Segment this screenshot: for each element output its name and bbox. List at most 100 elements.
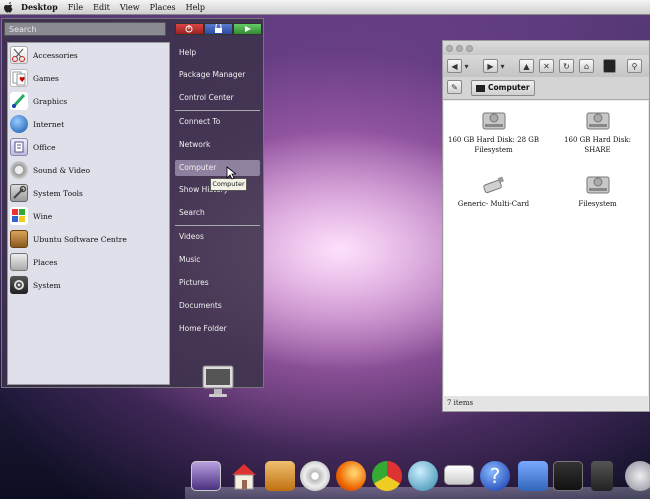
file-item[interactable]: Filesystem <box>550 171 645 209</box>
category-places[interactable]: Places <box>10 252 57 272</box>
tools-icon <box>10 184 28 202</box>
file-label: Filesystem <box>578 200 617 208</box>
file-view: 160 GB Hard Disk: 28 GB Filesystem 160 G… <box>444 101 648 397</box>
finder-icon[interactable] <box>518 461 548 491</box>
computer-monitor-icon[interactable] <box>202 365 234 401</box>
up-arrow-icon[interactable]: ▲ <box>519 59 534 73</box>
forward-arrow-icon[interactable]: ▶ <box>483 59 498 73</box>
start-menu: Search Accessories ♥ Games Graphics Inte… <box>1 18 264 397</box>
edit-location-icon[interactable]: ✎ <box>447 80 462 94</box>
category-office[interactable]: Office <box>10 137 56 157</box>
category-label: Places <box>33 257 58 267</box>
globe-icon <box>10 115 28 133</box>
home-icon[interactable] <box>229 461 259 491</box>
home-icon[interactable]: ⌂ <box>579 59 594 73</box>
category-label: Games <box>33 73 59 83</box>
usb-drive-icon <box>481 171 507 197</box>
category-ubuntu-software-centre[interactable]: Ubuntu Software Centre <box>10 229 127 249</box>
scissors-icon <box>10 46 28 64</box>
back-dropdown-icon[interactable]: ▾ <box>463 59 470 73</box>
category-label: System Tools <box>33 188 83 198</box>
place-music[interactable]: Music <box>175 252 260 268</box>
file-item[interactable]: 160 GB Hard Disk: 28 GB Filesystem <box>446 107 541 155</box>
weather-icon[interactable] <box>625 461 650 491</box>
network-globe-icon[interactable] <box>408 461 438 491</box>
menu-file[interactable]: File <box>68 3 83 12</box>
mouse-pointer-icon <box>226 166 238 182</box>
logout-button[interactable] <box>233 23 262 35</box>
mail-icon[interactable] <box>444 465 474 485</box>
stop-icon[interactable]: ✕ <box>539 59 554 73</box>
maximize-window-button[interactable] <box>466 44 473 52</box>
chrome-icon[interactable] <box>372 461 402 491</box>
hard-disk-icon <box>481 107 507 133</box>
place-package-manager[interactable]: Package Manager <box>175 67 260 83</box>
category-system[interactable]: System <box>10 275 61 295</box>
category-label: System <box>33 280 61 290</box>
category-accessories[interactable]: Accessories <box>10 45 78 65</box>
category-graphics[interactable]: Graphics <box>10 91 67 111</box>
separator <box>175 225 260 226</box>
place-search[interactable]: Search <box>175 205 260 221</box>
photo-app-icon[interactable] <box>191 461 221 491</box>
category-internet[interactable]: Internet <box>10 114 64 134</box>
category-system-tools[interactable]: System Tools <box>10 183 83 203</box>
lock-button[interactable] <box>204 23 233 35</box>
clapper-icon[interactable] <box>553 461 583 491</box>
search-input[interactable]: Search <box>4 22 166 36</box>
category-label: Wine <box>33 211 53 221</box>
reload-icon[interactable]: ↻ <box>559 59 574 73</box>
computer-icon <box>476 84 485 92</box>
place-pictures[interactable]: Pictures <box>175 275 260 291</box>
file-item[interactable]: 160 GB Hard Disk: SHARE <box>550 107 645 155</box>
place-help[interactable]: Help <box>175 45 260 61</box>
place-home-folder[interactable]: Home Folder <box>175 321 260 337</box>
place-control-center[interactable]: Control Center <box>175 90 260 106</box>
place-videos[interactable]: Videos <box>175 229 260 245</box>
category-games[interactable]: ♥ Games <box>10 68 59 88</box>
category-list: Accessories ♥ Games Graphics Internet Of… <box>7 42 170 385</box>
category-wine[interactable]: Wine <box>10 206 52 226</box>
cd-icon[interactable] <box>300 461 330 491</box>
location-label: Computer <box>488 83 530 92</box>
location-bar: ✎ Computer <box>443 77 649 100</box>
place-computer[interactable]: Computer <box>175 160 260 176</box>
location-computer-button[interactable]: Computer <box>471 80 535 96</box>
category-sound-video[interactable]: Sound & Video <box>10 160 90 180</box>
shutdown-button[interactable] <box>175 23 204 35</box>
file-label: 160 GB Hard Disk: 28 GB Filesystem <box>447 136 539 154</box>
place-connect-to[interactable]: Connect To <box>175 114 260 130</box>
place-documents[interactable]: Documents <box>175 298 260 314</box>
menu-desktop[interactable]: Desktop <box>21 2 58 12</box>
hard-disk-icon <box>585 171 611 197</box>
cards-icon: ♥ <box>10 69 28 87</box>
menu-help[interactable]: Help <box>186 3 205 12</box>
close-window-button[interactable] <box>446 44 453 52</box>
category-label: Internet <box>33 119 65 129</box>
svg-text:♥: ♥ <box>19 76 25 84</box>
dock: ? <box>185 455 650 499</box>
menu-edit[interactable]: Edit <box>93 3 110 12</box>
speaker-icon <box>10 161 28 179</box>
ipod-icon[interactable] <box>591 461 613 491</box>
search-icon[interactable]: ⚲ <box>627 59 642 73</box>
category-label: Ubuntu Software Centre <box>33 234 127 244</box>
top-menubar: Desktop File Edit View Places Help <box>0 0 650 15</box>
menu-view[interactable]: View <box>120 3 140 12</box>
place-network[interactable]: Network <box>175 137 260 153</box>
separator <box>175 110 260 111</box>
menu-places[interactable]: Places <box>150 3 176 12</box>
hard-disk-icon <box>585 107 611 133</box>
back-arrow-icon[interactable]: ◀ <box>447 59 462 73</box>
computer-icon[interactable] <box>603 59 616 73</box>
firefox-icon[interactable] <box>336 461 366 491</box>
session-buttons <box>175 23 262 35</box>
apple-icon[interactable] <box>3 1 15 13</box>
help-icon[interactable]: ? <box>480 461 510 491</box>
forward-dropdown-icon[interactable]: ▾ <box>499 59 506 73</box>
windows-flag-icon <box>10 207 28 225</box>
file-label: Generic- Multi-Card <box>457 200 530 208</box>
minimize-window-button[interactable] <box>456 44 463 52</box>
downloads-icon[interactable] <box>265 461 295 491</box>
file-item[interactable]: Generic- Multi-Card <box>446 171 541 209</box>
